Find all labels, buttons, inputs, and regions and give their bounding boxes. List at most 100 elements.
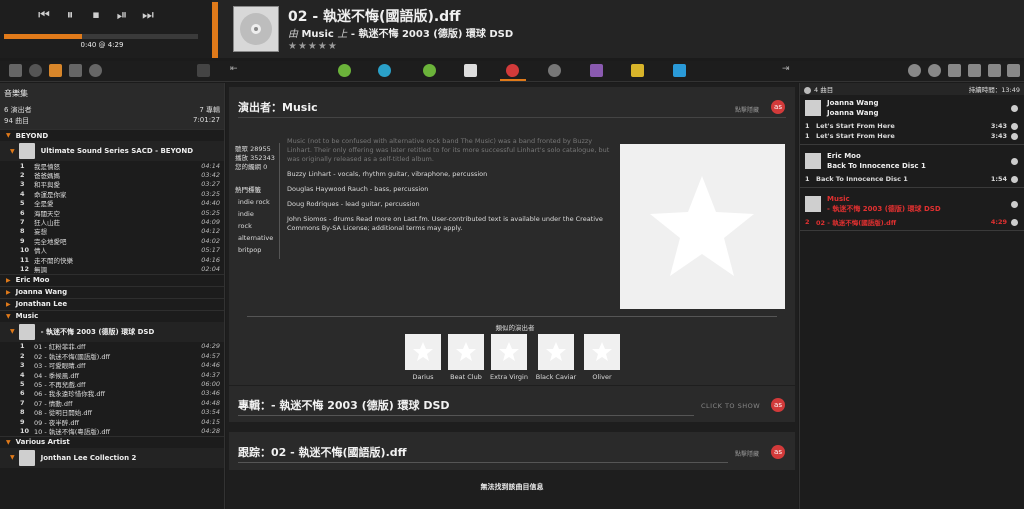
library-track[interactable]: 5 05 - 不再兒戲.dff 06:00	[0, 379, 224, 389]
library-track[interactable]: 5 全是愛 04:40	[0, 199, 224, 208]
tag-link[interactable]: britpop	[235, 244, 273, 256]
remove-icon[interactable]	[1011, 157, 1018, 165]
library-track[interactable]: 8 妄想 04:12	[0, 227, 224, 236]
playlist-track[interactable]: 2 02 - 執迷不悔(國語版).dff 4:29	[800, 217, 1024, 227]
lastfm-badge[interactable]: as	[771, 445, 785, 459]
library-track[interactable]: 2 爸爸媽媽 03:42	[0, 170, 224, 180]
equalizer-icon[interactable]	[673, 64, 686, 77]
library-track[interactable]: 7 07 - 情動.dff 04:48	[0, 398, 224, 408]
pause-icon[interactable]: ⏸	[62, 8, 78, 24]
panel-left-arrow-icon[interactable]: ⇤	[230, 64, 243, 77]
remove-playlist-icon[interactable]	[988, 64, 1001, 77]
expanded-arrow-icon[interactable]: ▼	[6, 313, 11, 320]
collapsed-arrow-icon[interactable]: ▶	[6, 301, 11, 308]
library-track[interactable]: 9 09 - 夜半醉.dff 04:15	[0, 417, 224, 427]
playlist-track[interactable]: 1 Let's Start From Here 3:43	[800, 131, 1024, 141]
seek-bar[interactable]	[4, 34, 198, 39]
library-track[interactable]: 7 狂人山莊 04:09	[0, 217, 224, 227]
library-track[interactable]: 1 01 - 紅粉菲菲.dff 04:29	[0, 342, 224, 351]
collapsed-arrow-icon[interactable]: ▶	[6, 277, 11, 284]
library-artist[interactable]: ▶ Jonathan Lee	[0, 297, 224, 310]
lyrics-icon[interactable]	[590, 64, 603, 77]
similar-artist[interactable]: Extra Virgin	[490, 334, 528, 381]
similar-artist[interactable]: Oliver	[584, 334, 620, 381]
library-artist[interactable]: ▼ BEYOND	[0, 129, 224, 141]
now-playing-artist[interactable]: Music	[301, 29, 333, 40]
library-track[interactable]: 2 02 - 執迷不悔(國語版).dff 04:57	[0, 351, 224, 361]
history-icon[interactable]	[378, 64, 391, 77]
disc-browse-icon[interactable]	[548, 64, 561, 77]
library-track[interactable]: 6 海闊天空 05:25	[0, 208, 224, 218]
hide-artist-link[interactable]: 點擊隱藏	[735, 105, 759, 114]
library-track[interactable]: 12 無調 02:04	[0, 264, 224, 274]
radio-icon[interactable]	[89, 64, 102, 77]
remove-icon[interactable]	[1011, 132, 1018, 140]
library-artist[interactable]: ▶ Eric Moo	[0, 273, 224, 286]
forward-icon[interactable]	[423, 64, 436, 77]
library-album[interactable]: ▼ Ultimate Sound Series SACD - BEYOND	[0, 141, 224, 161]
album-click-to-show[interactable]: CLICK TO SHOW	[701, 402, 760, 410]
collapse-icon[interactable]	[804, 86, 811, 94]
collapse-panel-icon[interactable]	[197, 64, 210, 77]
similar-artist[interactable]: Black Caviar	[536, 334, 576, 381]
clear-playlist-icon[interactable]	[1007, 64, 1020, 77]
library-track[interactable]: 11 走不開的快樂 04:16	[0, 255, 224, 265]
library-artist[interactable]: ▼ Music	[0, 309, 224, 322]
library-track[interactable]: 9 完全地愛吧 04:02	[0, 236, 224, 246]
timer-icon[interactable]	[928, 64, 941, 77]
play-pause-icon[interactable]: ⏯	[114, 8, 130, 24]
remove-icon[interactable]	[1011, 218, 1018, 226]
lastfm-icon[interactable]	[506, 64, 519, 77]
info-icon[interactable]	[464, 64, 477, 77]
library-artist[interactable]: ▶ Joanna Wang	[0, 285, 224, 298]
hide-track-link[interactable]: 點擊隱藏	[735, 449, 759, 458]
library-artist[interactable]: ▼ Various Artist	[0, 435, 224, 448]
device-icon[interactable]	[69, 64, 82, 77]
library-track[interactable]: 4 命運是你家 03:25	[0, 189, 224, 199]
add-playlist-icon[interactable]	[968, 64, 981, 77]
remove-icon[interactable]	[1011, 122, 1018, 130]
expanded-arrow-icon[interactable]: ▼	[6, 439, 11, 446]
next-track-icon[interactable]: ⏭	[140, 8, 156, 24]
library-track[interactable]: 1 我是憤怒 04:14	[0, 161, 224, 171]
tag-link[interactable]: indie	[235, 208, 273, 220]
playlist-album-header[interactable]: Eric Moo Back To Innocence Disc 1	[800, 148, 1024, 174]
library-track[interactable]: 6 06 - 我永遠珍惜你我.dff 03:46	[0, 389, 224, 398]
playlist-track[interactable]: 1 Let's Start From Here 3:43	[800, 121, 1024, 131]
search-icon[interactable]	[29, 64, 42, 77]
playlist-album-header[interactable]: Joanna Wang Joanna Wang	[800, 95, 1024, 121]
library-track[interactable]: 3 03 - 可愛眼睛.dff 04:46	[0, 360, 224, 370]
library-track[interactable]: 3 和平與愛 03:27	[0, 180, 224, 189]
playlist-track[interactable]: 1 Back To Innocence Disc 1 1:54	[800, 174, 1024, 184]
back-icon[interactable]	[338, 64, 351, 77]
settings-icon[interactable]	[948, 64, 961, 77]
lastfm-badge[interactable]: as	[771, 398, 785, 412]
tag-link[interactable]: indie rock	[235, 196, 273, 208]
library-track[interactable]: 10 情人 05:17	[0, 246, 224, 255]
now-playing-album[interactable]: - 執迷不悔 2003 (德版) 環球 DSD	[351, 29, 513, 40]
remove-icon[interactable]	[1011, 200, 1018, 208]
remove-icon[interactable]	[1011, 104, 1018, 112]
play-icon[interactable]	[908, 64, 921, 77]
lastfm-badge[interactable]: as	[771, 100, 785, 114]
expanded-arrow-icon[interactable]: ▼	[6, 132, 11, 139]
tag-link[interactable]: rock	[235, 220, 273, 232]
expanded-arrow-icon[interactable]: ▼	[10, 454, 15, 461]
playlist-album-header[interactable]: Music - 執迷不悔 2003 (德版) 環球 DSD	[800, 191, 1024, 217]
album-cover-thumbnail[interactable]	[233, 6, 279, 52]
volume-bar[interactable]	[212, 2, 218, 58]
expanded-arrow-icon[interactable]: ▼	[10, 148, 15, 155]
library-album[interactable]: ▼ - 執迷不悔 2003 (德版) 環球 DSD	[0, 321, 224, 342]
folder-icon[interactable]	[49, 64, 62, 77]
rating-stars[interactable]: ★★★★★	[288, 41, 338, 52]
stop-icon[interactable]: ⏹	[88, 8, 104, 24]
library-album[interactable]: ▼ Jonthan Lee Collection 2	[0, 447, 224, 468]
remove-icon[interactable]	[1011, 175, 1018, 183]
library-track[interactable]: 10 10 - 執迷不悔(粵語版).dff 04:28	[0, 426, 224, 436]
library-track[interactable]: 4 04 - 季候風.dff 04:37	[0, 370, 224, 380]
visualizer-icon[interactable]	[631, 64, 644, 77]
library-icon[interactable]	[9, 64, 22, 77]
collapsed-arrow-icon[interactable]: ▶	[6, 289, 11, 296]
tag-link[interactable]: alternative	[235, 232, 273, 244]
expanded-arrow-icon[interactable]: ▼	[10, 328, 15, 335]
